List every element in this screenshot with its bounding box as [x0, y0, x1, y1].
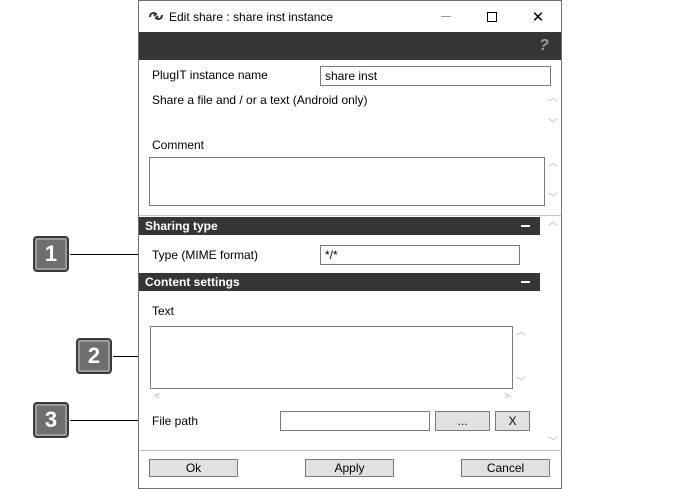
sharing-type-title: Sharing type [145, 219, 218, 233]
minimize-icon [441, 16, 451, 17]
scroll-right-icon[interactable]: > [501, 391, 513, 403]
collapse-icon[interactable] [521, 225, 530, 227]
maximize-icon [487, 11, 497, 22]
browse-button[interactable]: ... [435, 411, 490, 431]
clear-path-button[interactable]: X [495, 411, 530, 431]
description-scrollbar[interactable]: ︿ ﹀ [547, 93, 559, 131]
mime-type-input[interactable]: */* [320, 245, 520, 265]
content-settings-title: Content settings [145, 275, 240, 289]
text-vscrollbar[interactable]: ︿ ﹀ [515, 327, 527, 389]
comment-scrollbar[interactable]: ︿ ﹀ [547, 158, 559, 205]
collapse-icon[interactable] [521, 281, 530, 283]
scroll-up-icon[interactable]: ︿ [547, 158, 559, 170]
edit-share-dialog: Edit share : share inst instance ✕ ? Plu… [138, 0, 562, 489]
scroll-down-icon[interactable]: ﹀ [547, 119, 559, 131]
text-label: Text [152, 304, 175, 318]
close-icon: ✕ [531, 8, 545, 26]
sharing-type-header[interactable]: Sharing type [139, 217, 540, 235]
callout-2: 2 [76, 338, 112, 374]
content-settings-header[interactable]: Content settings [139, 273, 540, 291]
panel-divider [139, 215, 561, 216]
scroll-down-icon[interactable]: ﹀ [515, 377, 527, 389]
footer-divider [139, 450, 561, 451]
scroll-left-icon[interactable]: < [151, 391, 163, 403]
description-text: Share a file and / or a text (Android on… [152, 93, 368, 107]
scroll-up-icon[interactable]: ︿ [515, 327, 527, 339]
callout-3: 3 [33, 402, 69, 438]
apply-button[interactable]: Apply [305, 459, 394, 477]
instance-name-input[interactable]: share inst [320, 66, 551, 86]
comment-label: Comment [152, 138, 205, 152]
close-button[interactable]: ✕ [515, 1, 561, 32]
scroll-up-icon[interactable]: ︿ [547, 217, 559, 229]
text-hscrollbar[interactable]: < > [151, 391, 513, 403]
title-bar[interactable]: Edit share : share inst instance ✕ [139, 1, 561, 32]
text-textarea[interactable] [150, 326, 513, 389]
ok-button[interactable]: Ok [149, 459, 238, 477]
file-path-input[interactable] [280, 411, 430, 431]
panel-scrollbar[interactable]: ︿ ﹀ [547, 217, 559, 449]
scroll-down-icon[interactable]: ﹀ [547, 193, 559, 205]
callout-1: 1 [33, 236, 69, 272]
maximize-button[interactable] [469, 1, 515, 32]
cancel-button[interactable]: Cancel [461, 459, 550, 477]
scroll-down-icon[interactable]: ﹀ [547, 437, 559, 449]
toolbar-strip: ? [139, 32, 561, 60]
comment-textarea[interactable] [149, 157, 545, 206]
mime-type-label: Type (MIME format) [152, 248, 259, 262]
app-icon [149, 12, 163, 20]
file-path-label: File path [152, 414, 199, 428]
window-title: Edit share : share inst instance [169, 10, 334, 24]
help-icon[interactable]: ? [537, 37, 551, 55]
scroll-up-icon[interactable]: ︿ [547, 93, 559, 105]
instance-name-label: PlugIT instance name [152, 68, 268, 82]
minimize-button[interactable] [423, 1, 469, 32]
